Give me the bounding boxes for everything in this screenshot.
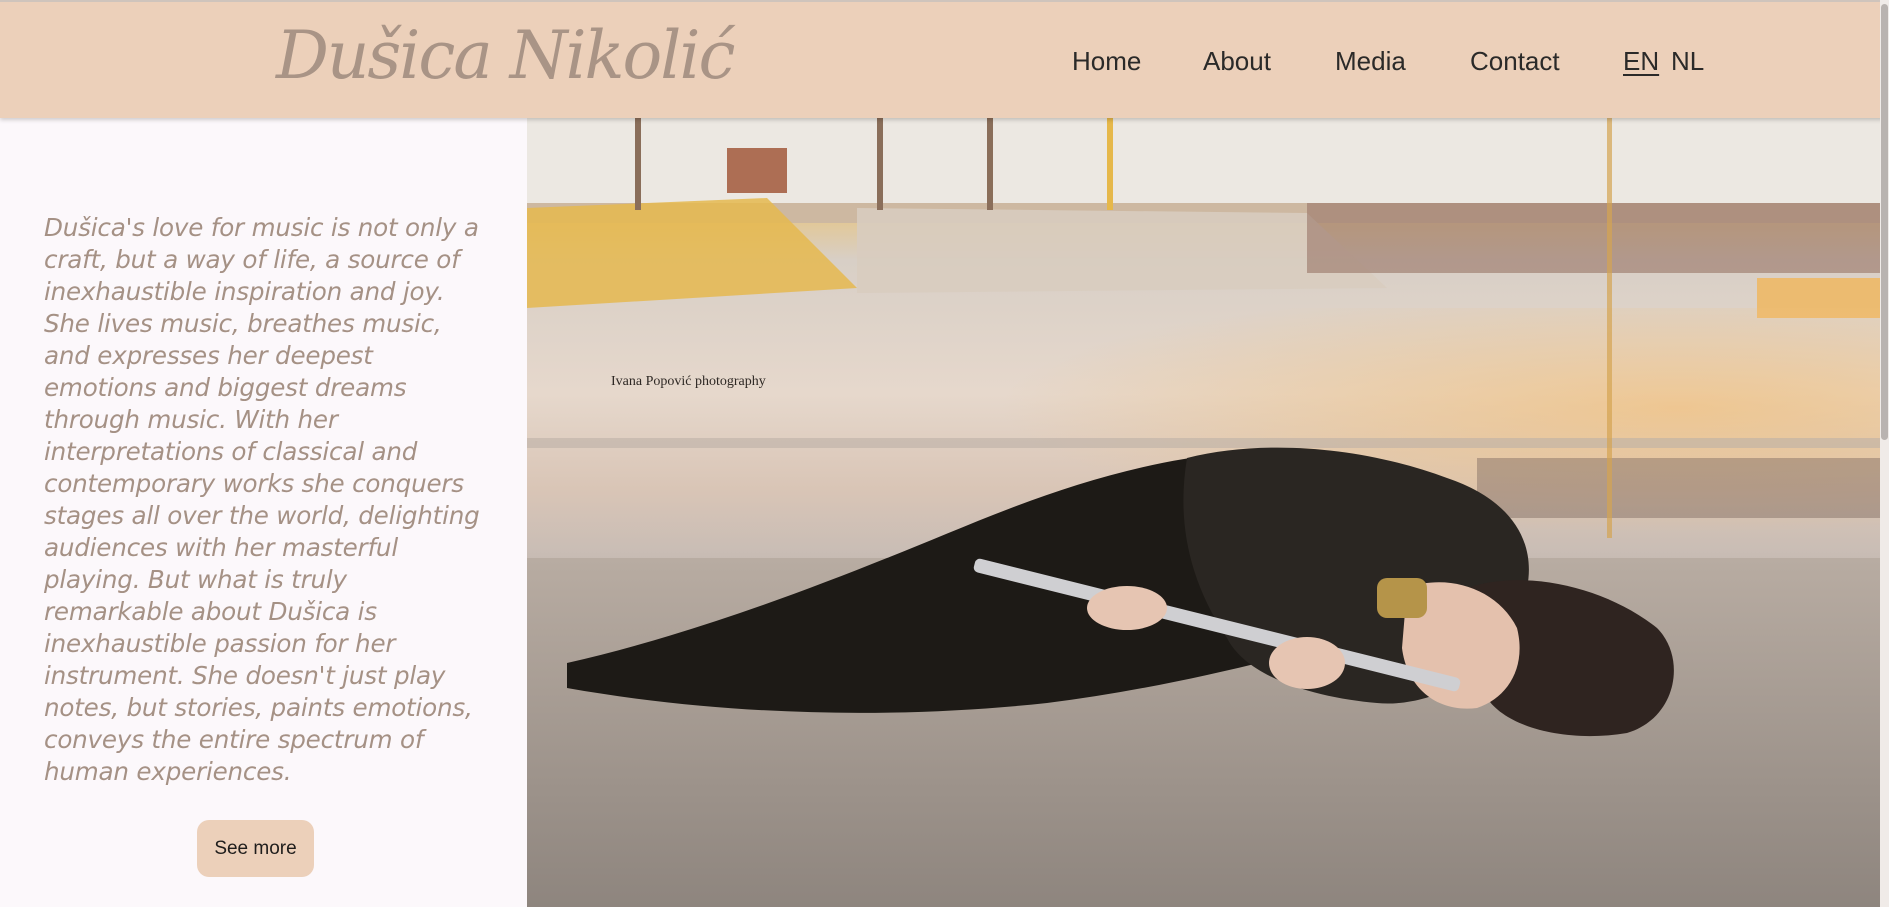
hero-photo-illustration	[527, 118, 1880, 907]
hero-photo: Ivana Popović photography	[527, 118, 1880, 907]
language-nl-link[interactable]: NL	[1671, 44, 1704, 78]
language-en-link[interactable]: EN	[1623, 44, 1659, 78]
bio-text: Dušica's love for music is not only a cr…	[44, 213, 480, 786]
site-header: Dušica Nikolić Home About Media Contact …	[0, 0, 1889, 118]
scrollbar-thumb[interactable]	[1881, 4, 1888, 440]
main-nav: Home About Media Contact EN NL	[0, 2, 1889, 118]
see-more-button[interactable]: See more	[197, 820, 314, 877]
nav-about-link[interactable]: About	[1203, 44, 1271, 78]
photo-credit: Ivana Popović photography	[611, 374, 766, 389]
nav-media-link[interactable]: Media	[1335, 44, 1406, 78]
page-scrollbar[interactable]	[1880, 0, 1889, 907]
bio-panel: Dušica's love for music is not only a cr…	[0, 118, 527, 907]
nav-contact-link[interactable]: Contact	[1470, 44, 1560, 78]
nav-home-link[interactable]: Home	[1072, 44, 1141, 78]
